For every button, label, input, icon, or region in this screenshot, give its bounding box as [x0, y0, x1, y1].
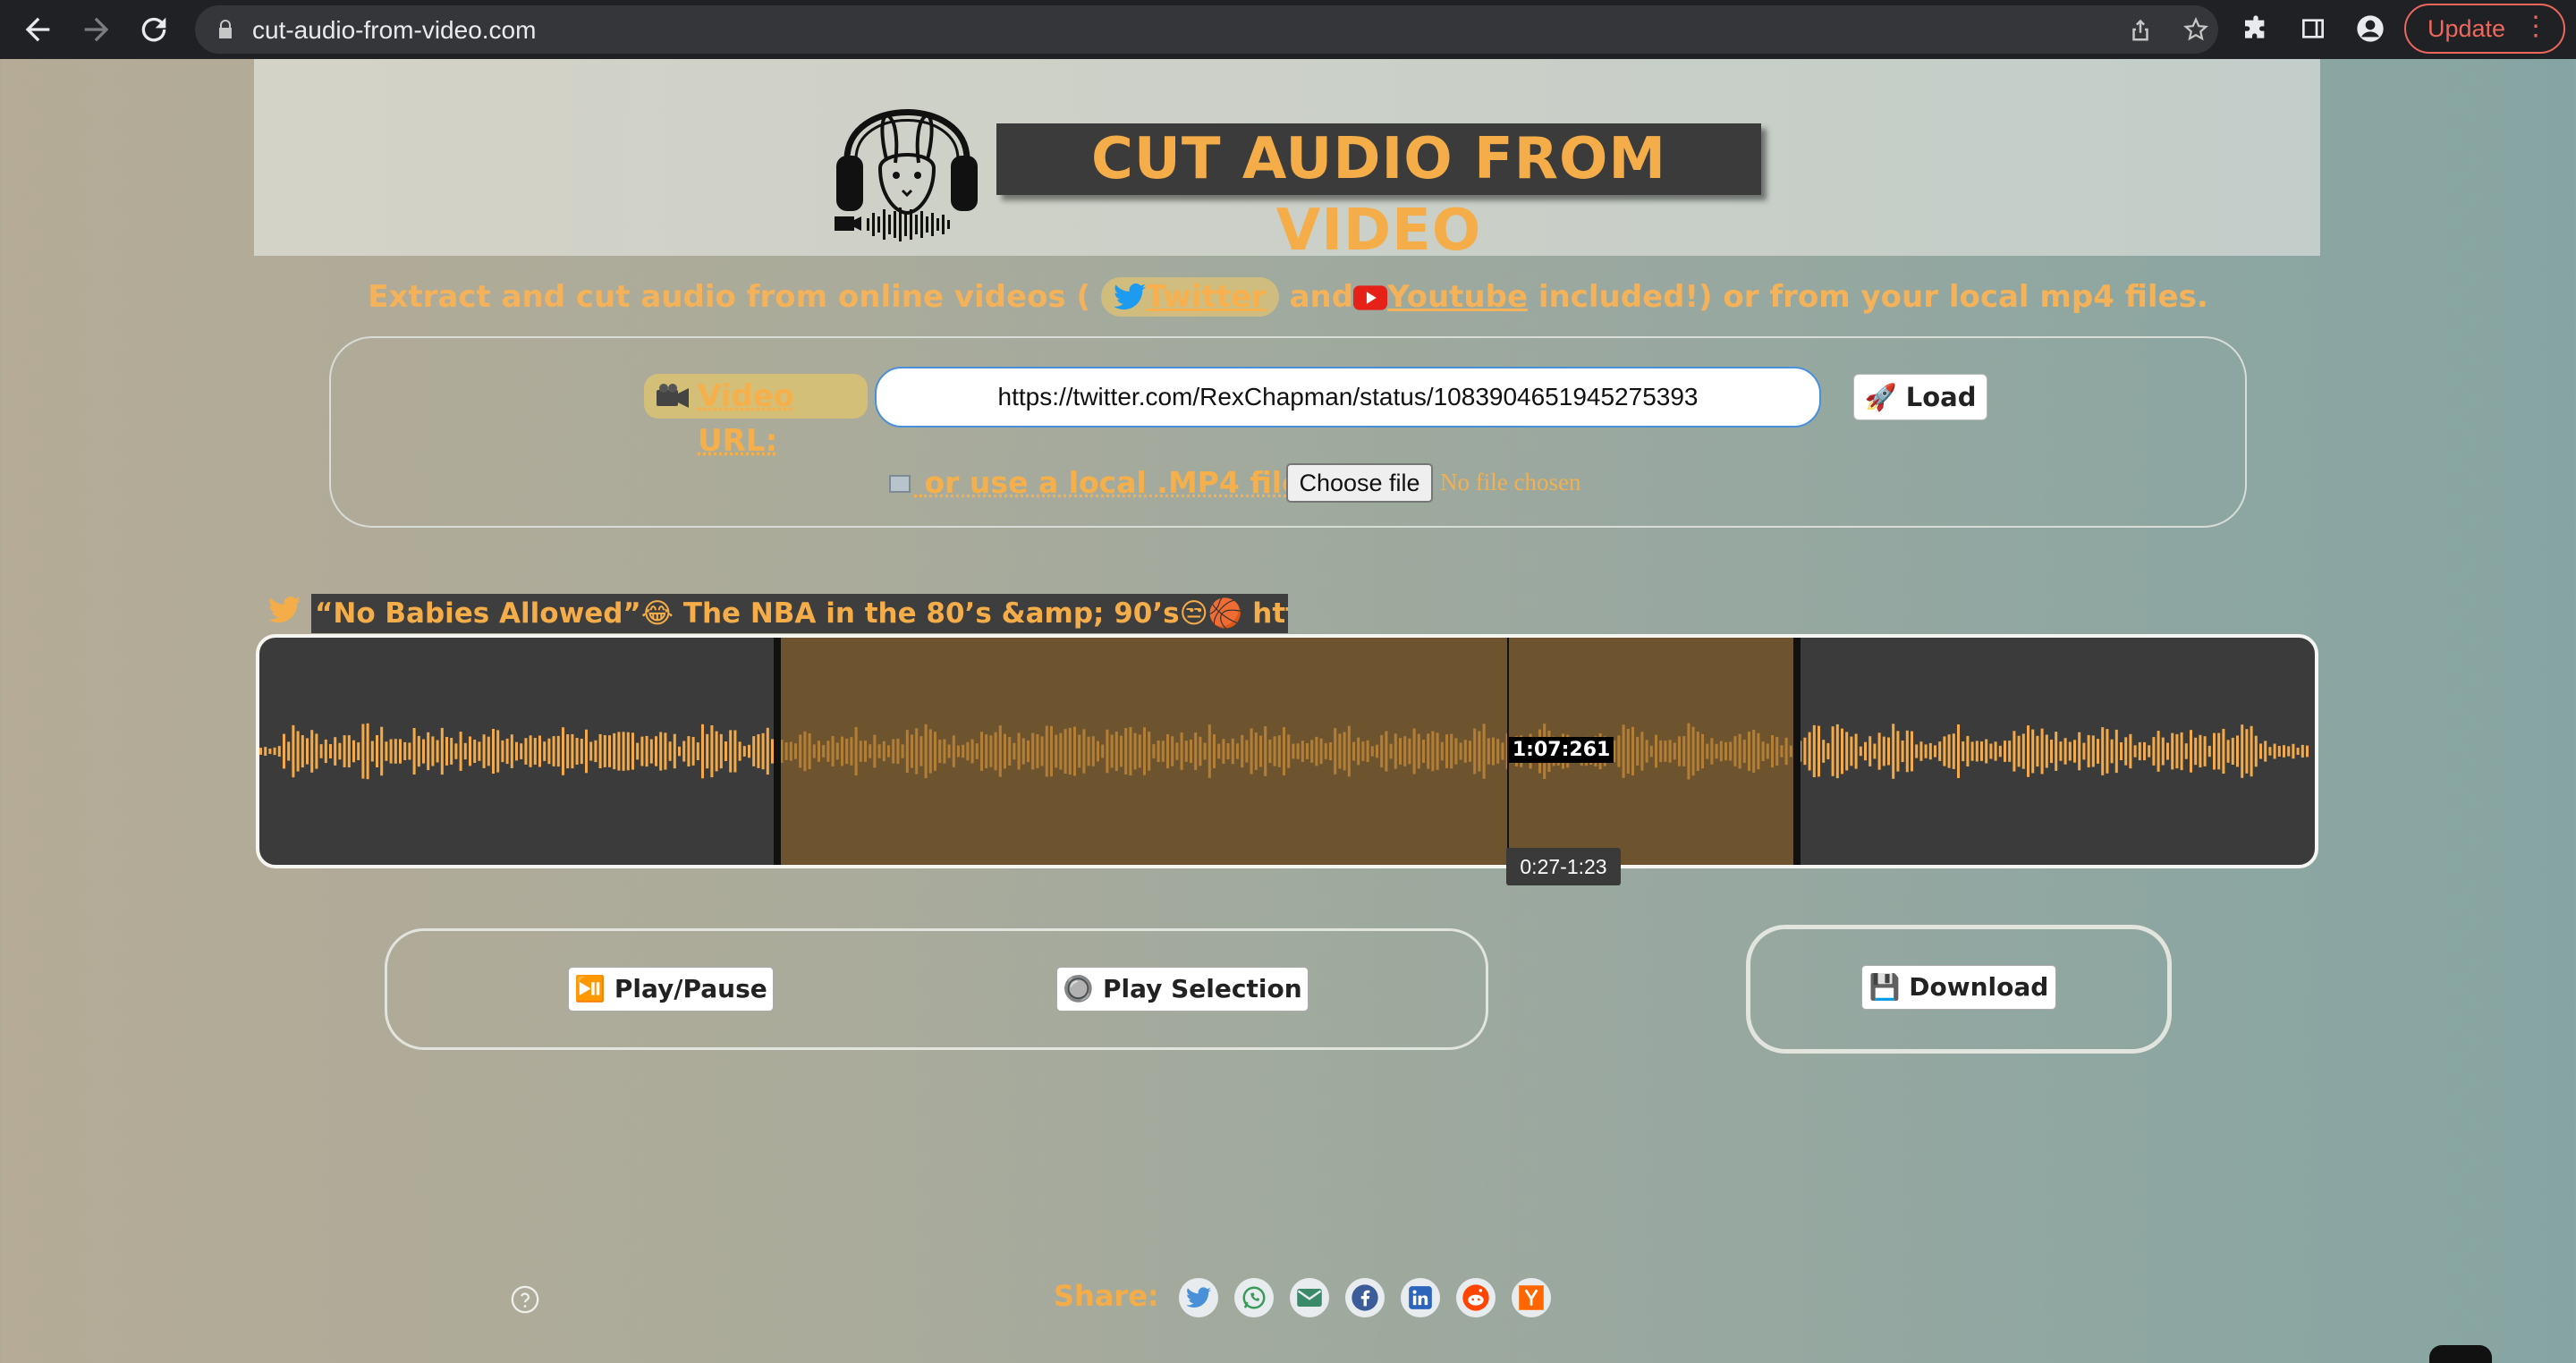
- selection-time-tooltip: 0:27-1:23: [1506, 848, 1621, 885]
- side-panel-icon[interactable]: [2299, 14, 2327, 43]
- lock-icon: [219, 20, 232, 38]
- floppy-disk-icon: 💾: [1868, 972, 1901, 1002]
- cursor-time-label: 1:07:261: [1508, 737, 1614, 763]
- selection-start-handle[interactable]: [774, 638, 782, 865]
- load-button-label: Load: [1905, 382, 1977, 412]
- tagline-suffix: included!) or from your local mp4 files.: [1538, 279, 2208, 315]
- playback-controls-panel: ⏯️ Play/Pause 🔘 Play Selection: [385, 928, 1488, 1050]
- facebook-icon[interactable]: [1345, 1278, 1385, 1317]
- hacker-news-icon[interactable]: [1512, 1278, 1551, 1317]
- video-camera-icon: [657, 384, 689, 408]
- youtube-icon: [1353, 285, 1388, 310]
- youtube-link[interactable]: Youtube: [1387, 279, 1528, 315]
- back-icon[interactable]: [20, 12, 55, 47]
- tagline: Extract and cut audio from online videos…: [0, 277, 2576, 317]
- extensions-icon[interactable]: [2241, 14, 2270, 43]
- load-button[interactable]: 🚀 Load: [1853, 374, 1987, 420]
- play-pause-label: Play/Pause: [614, 974, 767, 1003]
- twitter-bird-icon: [268, 596, 301, 623]
- site-title: CUT AUDIO FROM VIDEO: [996, 123, 1761, 264]
- corner-widget: [2429, 1345, 2492, 1363]
- profile-icon[interactable]: [2356, 14, 2385, 43]
- bunny-headphones-logo: [835, 109, 978, 241]
- menu-dots-icon[interactable]: ⋮: [2522, 11, 2549, 42]
- selection-region[interactable]: [777, 638, 1797, 865]
- download-label: Download: [1909, 972, 2049, 1002]
- choose-file-button[interactable]: Choose file: [1286, 463, 1433, 503]
- share-label: Share:: [1054, 1279, 1159, 1313]
- email-icon[interactable]: [1290, 1278, 1329, 1317]
- tagline-and: and: [1289, 279, 1354, 315]
- record-button-icon: 🔘: [1063, 974, 1095, 1003]
- play-selection-button[interactable]: 🔘 Play Selection: [1056, 967, 1309, 1012]
- play-selection-label: Play Selection: [1102, 974, 1302, 1003]
- update-label: Update: [2428, 14, 2506, 42]
- whatsapp-icon[interactable]: [1234, 1278, 1274, 1317]
- url-text: cut-audio-from-video.com: [252, 16, 537, 44]
- video-url-label: Video URL:: [644, 374, 868, 459]
- help-icon[interactable]: [510, 1284, 540, 1315]
- site-header: CUT AUDIO FROM VIDEO: [254, 59, 2320, 264]
- bookmark-star-icon[interactable]: [2182, 16, 2209, 43]
- load-panel: Video URL: https://twitter.com/RexChapma…: [329, 336, 2247, 528]
- download-button[interactable]: 💾 Download: [1861, 965, 2056, 1010]
- video-url-input[interactable]: https://twitter.com/RexChapman/status/10…: [875, 367, 1821, 428]
- twitter-link[interactable]: Twitter: [1100, 277, 1279, 317]
- no-file-chosen-text: No file chosen: [1440, 469, 1581, 495]
- video-title: “No Babies Allowed”😂 The NBA in the 80’s…: [311, 594, 1288, 633]
- update-button[interactable]: Update ⋮: [2404, 4, 2565, 54]
- forward-icon[interactable]: [79, 12, 114, 47]
- download-panel: 💾 Download: [1746, 925, 2172, 1054]
- audio-waveform[interactable]: 1:07:261: [256, 634, 2318, 868]
- reddit-icon[interactable]: [1456, 1278, 1496, 1317]
- local-file-label: or use a local .MP4 file: [887, 465, 1301, 500]
- browser-toolbar: cut-audio-from-video.com Update ⋮: [0, 0, 2576, 59]
- rocket-icon: 🚀: [1864, 382, 1897, 412]
- play-pause-button[interactable]: ⏯️ Play/Pause: [568, 967, 774, 1012]
- reload-icon[interactable]: [136, 12, 172, 47]
- local-file-label-text: or use a local .MP4 file: [924, 465, 1302, 500]
- address-bar[interactable]: cut-audio-from-video.com: [195, 5, 2218, 54]
- twitter-icon: [1113, 284, 1146, 310]
- twitter-link-label: Twitter: [1145, 279, 1267, 315]
- video-url-label-text: Video URL:: [698, 378, 795, 459]
- linkedin-icon[interactable]: [1401, 1278, 1440, 1317]
- twitter-icon[interactable]: [1179, 1278, 1218, 1317]
- film-icon: [889, 475, 911, 493]
- play-pause-icon: ⏯️: [574, 974, 606, 1003]
- tagline-prefix: Extract and cut audio from online videos…: [368, 279, 1091, 315]
- share-page-icon[interactable]: [2127, 16, 2154, 43]
- selection-end-handle[interactable]: [1792, 638, 1801, 865]
